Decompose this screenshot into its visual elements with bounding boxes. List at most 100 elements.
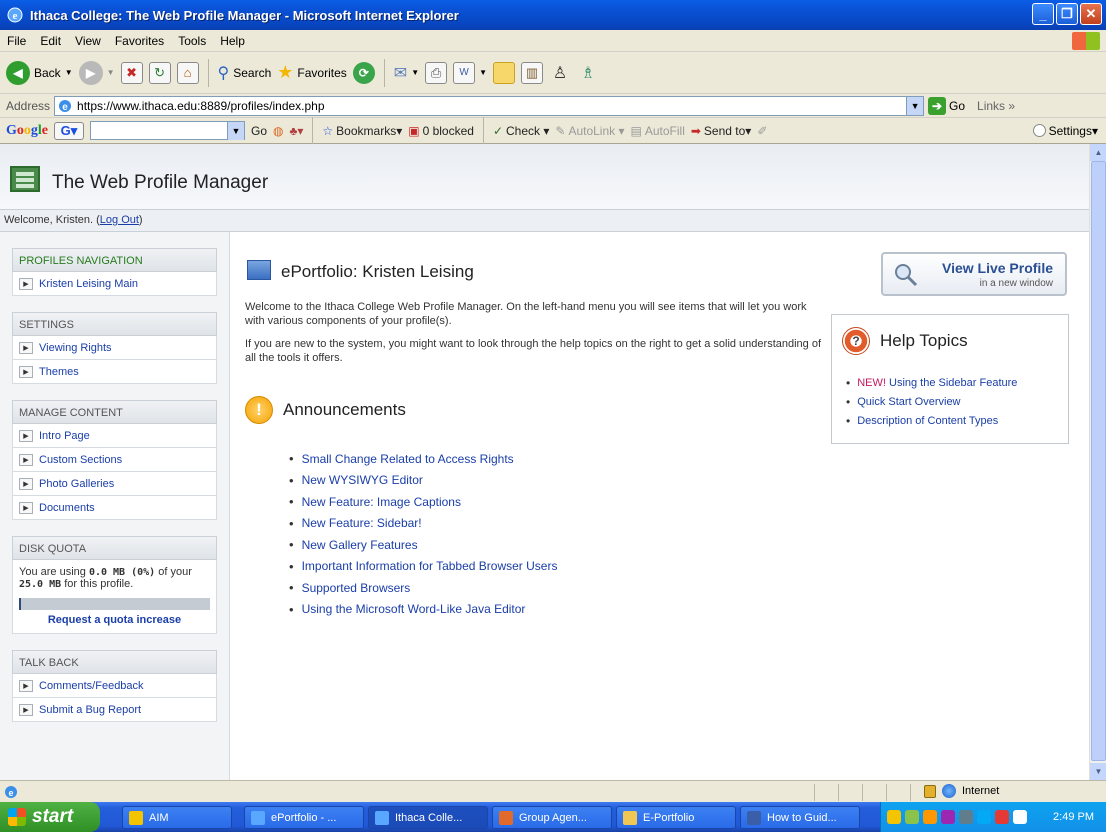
- sidebar-item-documents[interactable]: ▶ Documents: [12, 496, 217, 520]
- volume-tray-icon[interactable]: [959, 810, 973, 824]
- sidebar-item-themes[interactable]: ▶ Themes: [12, 360, 217, 384]
- taskbar-item-aim[interactable]: AIM: [122, 806, 232, 829]
- google-search-input[interactable]: ▼: [90, 121, 245, 140]
- taskbar-item-ithaca-college[interactable]: Ithaca Colle...: [368, 806, 488, 829]
- edit-word-button[interactable]: W ▼: [453, 61, 487, 84]
- disk-quota-panel: You are using 0.0 MB (0%) of your 25.0 M…: [12, 560, 217, 634]
- announcement-link[interactable]: New Gallery Features: [289, 534, 557, 556]
- help-topic-link[interactable]: Description of Content Types: [846, 411, 1017, 430]
- back-button[interactable]: ◀ Back ▼: [6, 60, 73, 85]
- sync-tray-icon[interactable]: [977, 810, 991, 824]
- announcement-link[interactable]: Using the Microsoft Word-Like Java Edito…: [289, 599, 557, 621]
- contacts-icon[interactable]: ♗: [577, 62, 599, 84]
- task-label: AIM: [149, 811, 169, 824]
- quota-text: You are using: [19, 566, 89, 578]
- scroll-down-icon[interactable]: ▼: [1090, 763, 1106, 780]
- taskbar-item-eportfolio[interactable]: ePortfolio - ...: [244, 806, 364, 829]
- stop-button[interactable]: ✖: [120, 61, 143, 84]
- menu-tools[interactable]: Tools: [171, 34, 213, 48]
- spellcheck-button[interactable]: ✓ Check ▾: [493, 124, 549, 138]
- menu-file[interactable]: File: [0, 34, 33, 48]
- address-input[interactable]: e https://www.ithaca.edu:8889/profiles/i…: [54, 95, 925, 116]
- news-icon[interactable]: ◍: [273, 124, 283, 138]
- chevron-down-icon[interactable]: ▼: [906, 96, 924, 115]
- view-live-profile-button[interactable]: View Live Profile in a new window: [881, 252, 1067, 296]
- sidebar-item-photo-galleries[interactable]: ▶ Photo Galleries: [12, 472, 217, 496]
- announcements-heading: Announcements: [283, 400, 406, 419]
- autolink-button[interactable]: ✎ AutoLink ▾: [555, 124, 624, 138]
- sidebar-item-intro-page[interactable]: ▶ Intro Page: [12, 424, 217, 448]
- menu-view[interactable]: View: [68, 34, 108, 48]
- sidebar-item-kristen-leising-main[interactable]: ▶ Kristen Leising Main: [12, 272, 217, 296]
- print-button[interactable]: ⎙: [425, 61, 448, 84]
- menu-favorites[interactable]: Favorites: [108, 34, 171, 48]
- sidebar-item-custom-sections[interactable]: ▶ Custom Sections: [12, 448, 217, 472]
- sidebar-item-label: Comments/Feedback: [39, 679, 144, 692]
- popup-blocker-button[interactable]: ▣ 0 blocked: [408, 124, 474, 138]
- update-tray-icon[interactable]: [1013, 810, 1027, 824]
- announcement-link[interactable]: Important Information for Tabbed Browser…: [289, 556, 558, 578]
- intro-text: Welcome to the Ithaca College Web Profil…: [245, 300, 825, 374]
- intro-paragraph: If you are new to the system, you might …: [245, 338, 822, 364]
- restore-button[interactable]: ❐: [1056, 3, 1078, 25]
- network-tray-icon[interactable]: [905, 810, 919, 824]
- taskbar-item-e-portfolio-folder[interactable]: E-Portfolio: [616, 806, 736, 829]
- n-tray-icon[interactable]: [995, 810, 1009, 824]
- forward-button[interactable]: ▶ ▼: [78, 60, 115, 85]
- home-button[interactable]: ⌂: [176, 61, 199, 84]
- eportfolio-icon: [247, 260, 271, 280]
- announcement-link[interactable]: Small Change Related to Access Rights: [289, 448, 557, 470]
- google-go-button[interactable]: Go: [251, 124, 267, 138]
- security-tray-icon[interactable]: [923, 810, 937, 824]
- settings-button[interactable]: Settings▾: [1032, 124, 1098, 138]
- bookmarks-button[interactable]: ☆ Bookmarks▾: [322, 124, 402, 138]
- bookmarks-label: Bookmarks▾: [336, 123, 403, 138]
- logout-link[interactable]: Log Out: [100, 214, 139, 226]
- antivirus-tray-icon[interactable]: [941, 810, 955, 824]
- scrollbar-thumb[interactable]: [1091, 161, 1106, 761]
- start-button[interactable]: start: [0, 802, 100, 832]
- research-button[interactable]: ▥: [521, 61, 544, 84]
- highlighter-icon[interactable]: ✐: [757, 124, 767, 138]
- page-status-icon: e: [5, 785, 17, 798]
- google-menu-button[interactable]: G▾: [54, 121, 84, 140]
- aim-tray-icon[interactable]: [887, 810, 901, 824]
- bookmark-star-icon: ☆: [322, 123, 334, 138]
- chevron-down-icon[interactable]: ▼: [227, 122, 244, 140]
- announcement-link[interactable]: New WYSIWYG Editor: [289, 470, 557, 492]
- sidebar: PROFILES NAVIGATION ▶ Kristen Leising Mai…: [0, 232, 230, 780]
- pagerank-icon[interactable]: ♣▾: [290, 124, 304, 138]
- menu-help[interactable]: Help: [213, 34, 252, 48]
- help-topic-link[interactable]: Quick Start Overview: [846, 392, 1017, 411]
- mail-button[interactable]: ✉ ▼: [394, 63, 419, 83]
- announcement-link[interactable]: Supported Browsers: [289, 577, 557, 599]
- taskbar-item-group-agenda[interactable]: Group Agen...: [492, 806, 612, 829]
- sendto-button[interactable]: ➡ Send to▾: [691, 124, 751, 138]
- sidebar-item-comments-feedback[interactable]: ▶ Comments/Feedback: [12, 674, 217, 698]
- links-button[interactable]: Links »: [977, 99, 1015, 113]
- scroll-up-icon[interactable]: ▲: [1090, 144, 1106, 161]
- vertical-scrollbar[interactable]: ▲ ▼: [1089, 144, 1106, 780]
- request-quota-increase-link[interactable]: Request a quota increase: [19, 614, 210, 626]
- help-topic-link[interactable]: NEW! Using the Sidebar Feature: [846, 373, 1017, 392]
- announcement-link[interactable]: New Feature: Sidebar!: [289, 513, 557, 535]
- media-button[interactable]: ⟳: [352, 61, 375, 84]
- messenger-icon[interactable]: ♙: [549, 62, 571, 84]
- window-title-bar[interactable]: e Ithaca College: The Web Profile Manage…: [0, 0, 1106, 30]
- autofill-button[interactable]: ▤ AutoFill: [631, 124, 685, 138]
- address-url: https://www.ithaca.edu:8889/profiles/ind…: [77, 98, 325, 113]
- refresh-button[interactable]: ↻: [148, 61, 171, 84]
- welcome-bar: Welcome, Kristen. (Log Out): [0, 210, 1089, 232]
- favorites-button[interactable]: ★ Favorites: [277, 62, 347, 83]
- go-button[interactable]: ➔ Go: [928, 96, 965, 115]
- quota-progress-bar: [19, 598, 210, 610]
- sidebar-item-viewing-rights[interactable]: ▶ Viewing Rights: [12, 336, 217, 360]
- search-button[interactable]: ⚲ Search: [218, 63, 272, 83]
- taskbar-item-how-to-guide[interactable]: How to Guid...: [740, 806, 860, 829]
- announcement-link[interactable]: New Feature: Image Captions: [289, 491, 557, 513]
- sidebar-item-submit-bug-report[interactable]: ▶ Submit a Bug Report: [12, 698, 217, 722]
- notes-button[interactable]: [493, 61, 516, 84]
- minimize-button[interactable]: _: [1032, 3, 1054, 25]
- menu-edit[interactable]: Edit: [33, 34, 68, 48]
- close-button[interactable]: ✕: [1080, 3, 1102, 25]
